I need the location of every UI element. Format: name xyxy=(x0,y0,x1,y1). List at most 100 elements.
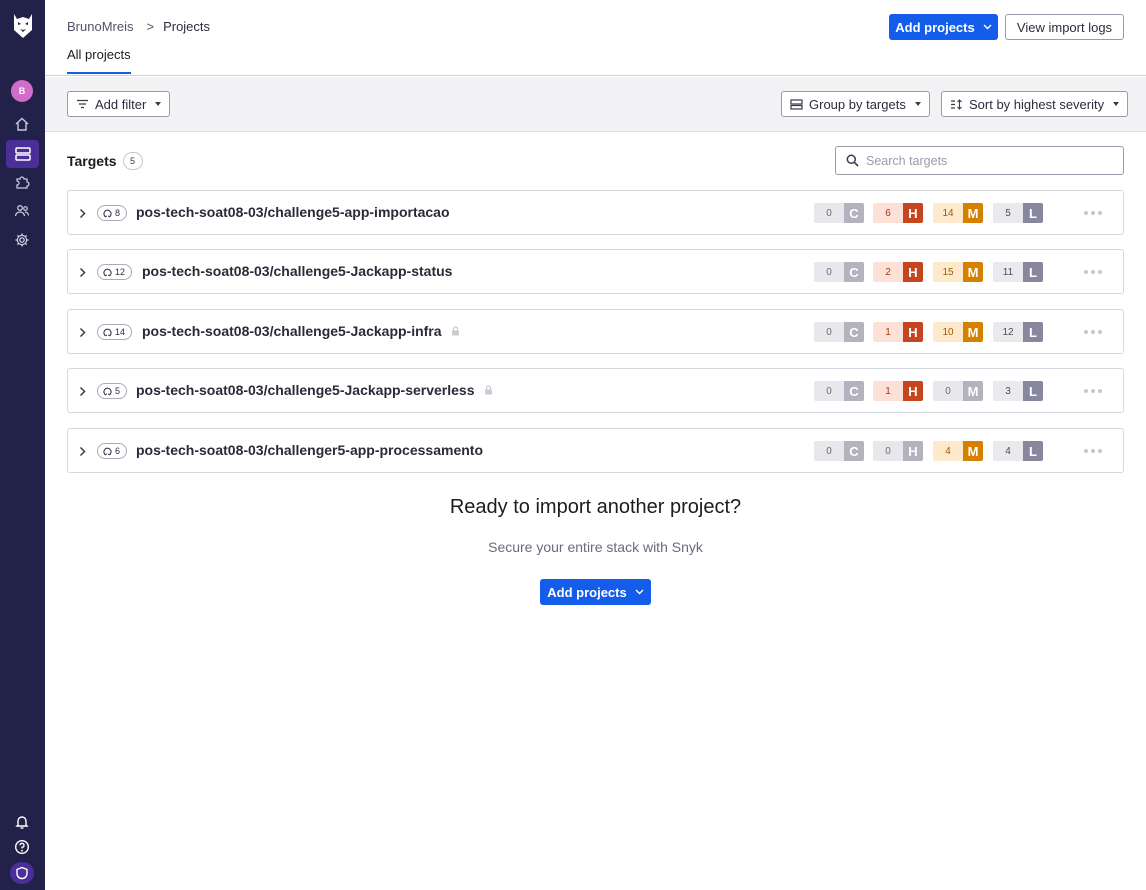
target-row[interactable]: 8 pos-tech-soat08-03/challenge5-app-impor… xyxy=(67,190,1124,235)
critical-letter: C xyxy=(844,262,864,282)
chevron-down-icon xyxy=(983,24,992,30)
target-name-group: pos-tech-soat08-03/challenge5-app-import… xyxy=(136,204,450,220)
critical-letter: C xyxy=(844,203,864,223)
targets-title: Targets xyxy=(67,153,117,169)
high-issues-badge[interactable]: 6H xyxy=(873,203,923,223)
medium-letter: M xyxy=(963,203,983,223)
github-icon xyxy=(103,387,112,395)
more-options-icon[interactable] xyxy=(1084,270,1102,274)
chevron-right-icon[interactable] xyxy=(79,384,86,402)
critical-issues-badge[interactable]: 0C xyxy=(814,381,864,401)
view-import-logs-button[interactable]: View import logs xyxy=(1005,14,1124,40)
medium-issues-badge[interactable]: 14 M xyxy=(933,203,983,223)
high-letter: H xyxy=(903,203,923,223)
add-filter-button[interactable]: Add filter xyxy=(67,91,171,117)
import-prompt-subtitle: Secure your entire stack with Snyk xyxy=(488,539,703,555)
chevron-right-icon[interactable] xyxy=(79,206,86,224)
more-options-icon[interactable] xyxy=(1084,389,1102,393)
add-projects-button[interactable]: Add projects xyxy=(889,14,998,40)
settings-icon[interactable] xyxy=(12,230,32,250)
targets-count-badge: 5 xyxy=(122,152,143,170)
high-issues-badge[interactable]: 1H xyxy=(873,322,923,342)
target-name[interactable]: pos-tech-soat08-03/challenge5-Jackapp-in… xyxy=(142,323,442,339)
medium-count: 15 xyxy=(933,262,963,282)
breadcrumb: BrunoMreis > Projects xyxy=(67,19,210,34)
more-options-icon[interactable] xyxy=(1084,449,1102,453)
low-letter: L xyxy=(1023,322,1043,342)
breadcrumb-org[interactable]: BrunoMreis xyxy=(67,19,133,34)
page-header: BrunoMreis > Projects All projects Add pro… xyxy=(45,0,1146,76)
low-issues-badge[interactable]: 3L xyxy=(993,381,1043,401)
view-import-logs-label: View import logs xyxy=(1016,19,1113,35)
group-by-targets-button[interactable]: Group by targets xyxy=(781,91,930,117)
low-issues-badge[interactable]: 5L xyxy=(993,203,1043,223)
members-icon[interactable] xyxy=(12,201,32,221)
high-issues-badge[interactable]: 2H xyxy=(873,262,923,282)
target-name[interactable]: pos-tech-soat08-03/challenge5-Jackapp-st… xyxy=(142,263,452,279)
home-icon[interactable] xyxy=(12,114,32,134)
target-row[interactable]: 12 pos-tech-soat08-03/challenge5-Jackapp-… xyxy=(67,249,1124,294)
low-issues-badge[interactable]: 11 L xyxy=(993,262,1043,282)
bell-icon[interactable] xyxy=(12,812,32,832)
chevron-right-icon[interactable] xyxy=(79,444,86,462)
chevron-right-icon[interactable] xyxy=(79,325,86,343)
high-count: 2 xyxy=(873,262,903,282)
high-count: 0 xyxy=(873,441,903,461)
target-name[interactable]: pos-tech-soat08-03/challenge5-Jackapp-se… xyxy=(136,382,475,398)
more-options-icon[interactable] xyxy=(1084,330,1102,334)
high-letter: H xyxy=(903,441,923,461)
high-letter: H xyxy=(903,381,923,401)
critical-issues-badge[interactable]: 0C xyxy=(814,322,864,342)
search-targets-input[interactable] xyxy=(866,153,1106,168)
projects-icon[interactable] xyxy=(6,140,39,168)
caret-down-icon xyxy=(1113,102,1120,106)
critical-issues-badge[interactable]: 0C xyxy=(814,203,864,223)
sort-label: Sort by highest severity xyxy=(969,96,1105,112)
critical-letter: C xyxy=(844,322,864,342)
target-name[interactable]: pos-tech-soat08-03/challenger5-app-proce… xyxy=(136,442,483,458)
medium-issues-badge[interactable]: 15 M xyxy=(933,262,983,282)
target-row[interactable]: 6 pos-tech-soat08-03/challenger5-app-proc… xyxy=(67,428,1124,473)
add-projects-button-bottom[interactable]: Add projects xyxy=(540,579,651,605)
medium-count: 14 xyxy=(933,203,963,223)
more-options-icon[interactable] xyxy=(1084,211,1102,215)
medium-issues-badge[interactable]: 0M xyxy=(933,381,983,401)
add-projects-label: Add projects xyxy=(547,584,627,600)
target-row[interactable]: 14 pos-tech-soat08-03/challenge5-Jackapp-… xyxy=(67,309,1124,354)
medium-count: 0 xyxy=(933,381,963,401)
low-count: 5 xyxy=(993,203,1023,223)
sort-button[interactable]: Sort by highest severity xyxy=(941,91,1129,117)
caret-down-icon xyxy=(155,102,162,106)
medium-issues-badge[interactable]: 4M xyxy=(933,441,983,461)
breadcrumb-projects[interactable]: Projects xyxy=(163,19,210,34)
target-name-group: pos-tech-soat08-03/challenge5-Jackapp-st… xyxy=(142,263,452,279)
high-issues-badge[interactable]: 0H xyxy=(873,441,923,461)
chevron-right-icon[interactable] xyxy=(79,265,86,283)
target-name[interactable]: pos-tech-soat08-03/challenge5-app-import… xyxy=(136,204,450,220)
shield-icon[interactable] xyxy=(10,862,34,884)
critical-letter: C xyxy=(844,381,864,401)
snyk-logo-icon[interactable] xyxy=(11,12,35,40)
critical-count: 0 xyxy=(814,381,844,401)
low-issues-badge[interactable]: 12 L xyxy=(993,322,1043,342)
add-filter-label: Add filter xyxy=(95,96,147,112)
filter-icon xyxy=(77,99,88,109)
low-issues-badge[interactable]: 4L xyxy=(993,441,1043,461)
target-row[interactable]: 5 pos-tech-soat08-03/challenge5-Jackapp-s… xyxy=(67,368,1124,413)
high-issues-badge[interactable]: 1H xyxy=(873,381,923,401)
critical-issues-badge[interactable]: 0C xyxy=(814,262,864,282)
search-icon xyxy=(846,154,859,167)
help-icon[interactable] xyxy=(12,837,32,857)
medium-issues-badge[interactable]: 10 M xyxy=(933,322,983,342)
critical-issues-badge[interactable]: 0C xyxy=(814,441,864,461)
project-count-badge: 5 xyxy=(97,383,128,399)
high-count: 6 xyxy=(873,203,903,223)
tab-all-projects[interactable]: All projects xyxy=(67,47,131,74)
critical-count: 0 xyxy=(814,441,844,461)
low-letter: L xyxy=(1023,441,1043,461)
project-count: 6 xyxy=(115,446,121,456)
search-targets-box[interactable] xyxy=(835,146,1124,175)
medium-letter: M xyxy=(963,381,983,401)
avatar[interactable]: B xyxy=(11,80,33,102)
integrations-icon[interactable] xyxy=(12,172,32,192)
